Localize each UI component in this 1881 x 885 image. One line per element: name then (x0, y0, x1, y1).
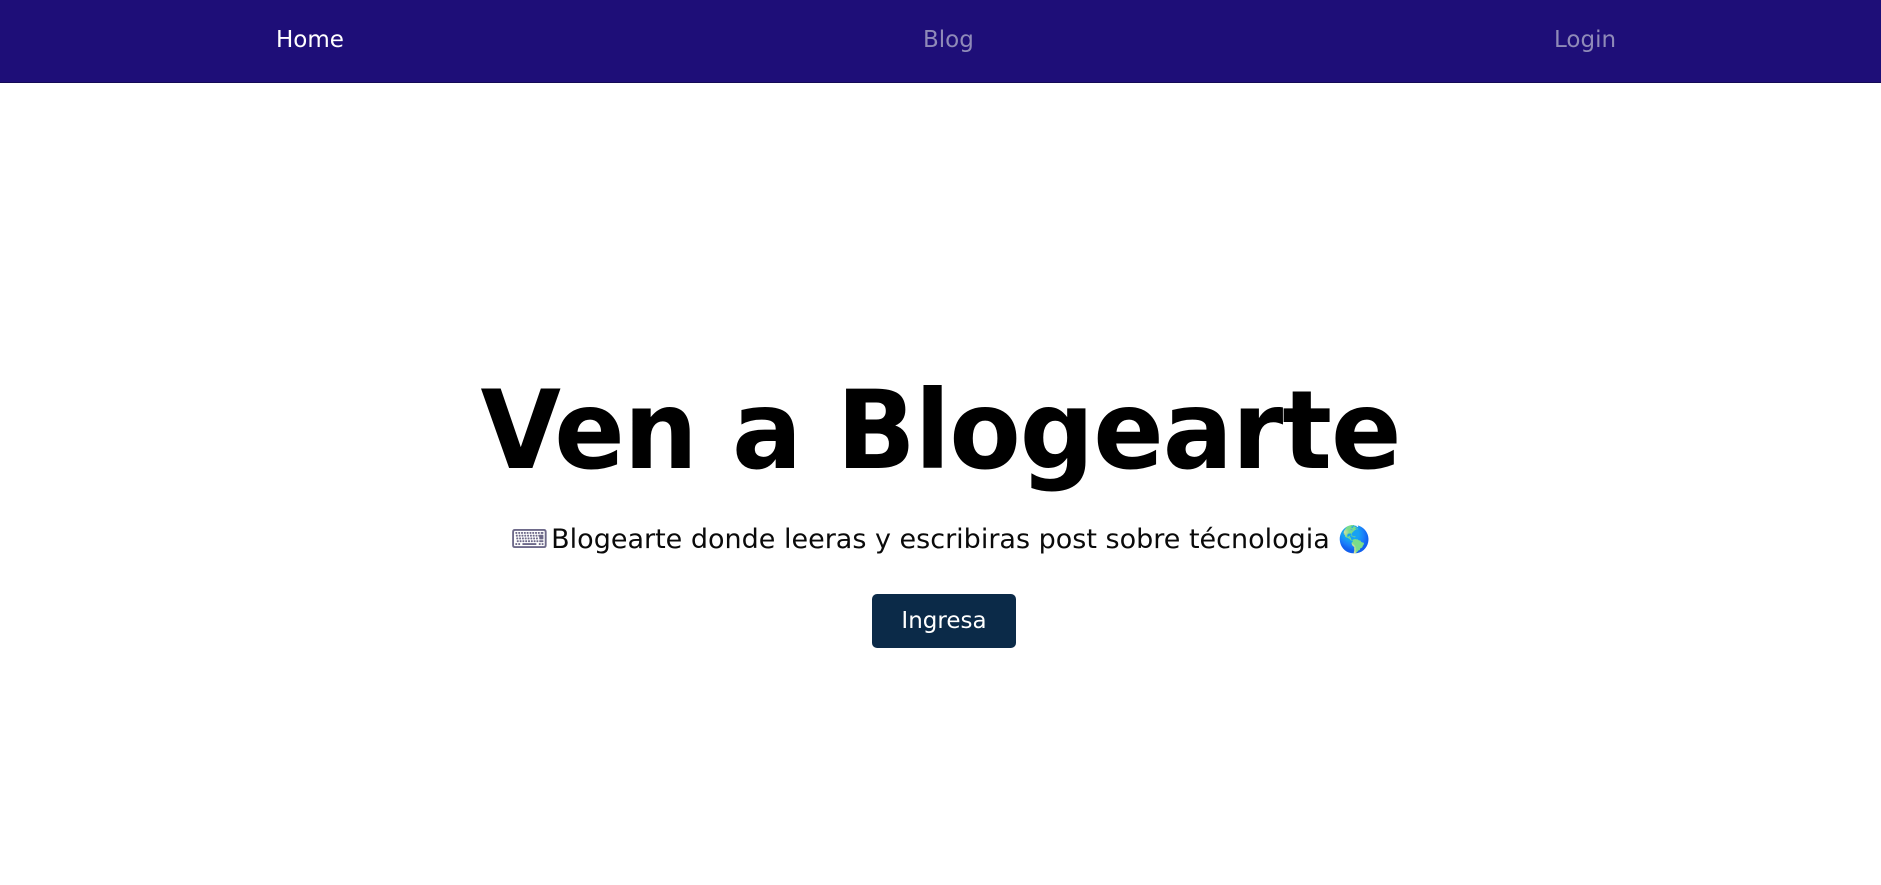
nav-link-home[interactable]: Home (276, 0, 344, 83)
nav-link-blog[interactable]: Blog (923, 0, 974, 83)
hero-title: Ven a Blogearte (480, 365, 1401, 495)
globe-icon: 🌎 (1338, 525, 1371, 555)
ingresa-button[interactable]: Ingresa (872, 594, 1016, 648)
top-navbar: Home Blog Login (0, 0, 1881, 83)
keyboard-icon: ⌨ (510, 525, 549, 555)
hero-subtitle: ⌨ Blogearte donde leeras y escribiras po… (0, 522, 1881, 558)
hero-subtitle-text: Blogearte donde leeras y escribiras post… (551, 524, 1330, 555)
nav-link-login[interactable]: Login (1554, 0, 1616, 83)
